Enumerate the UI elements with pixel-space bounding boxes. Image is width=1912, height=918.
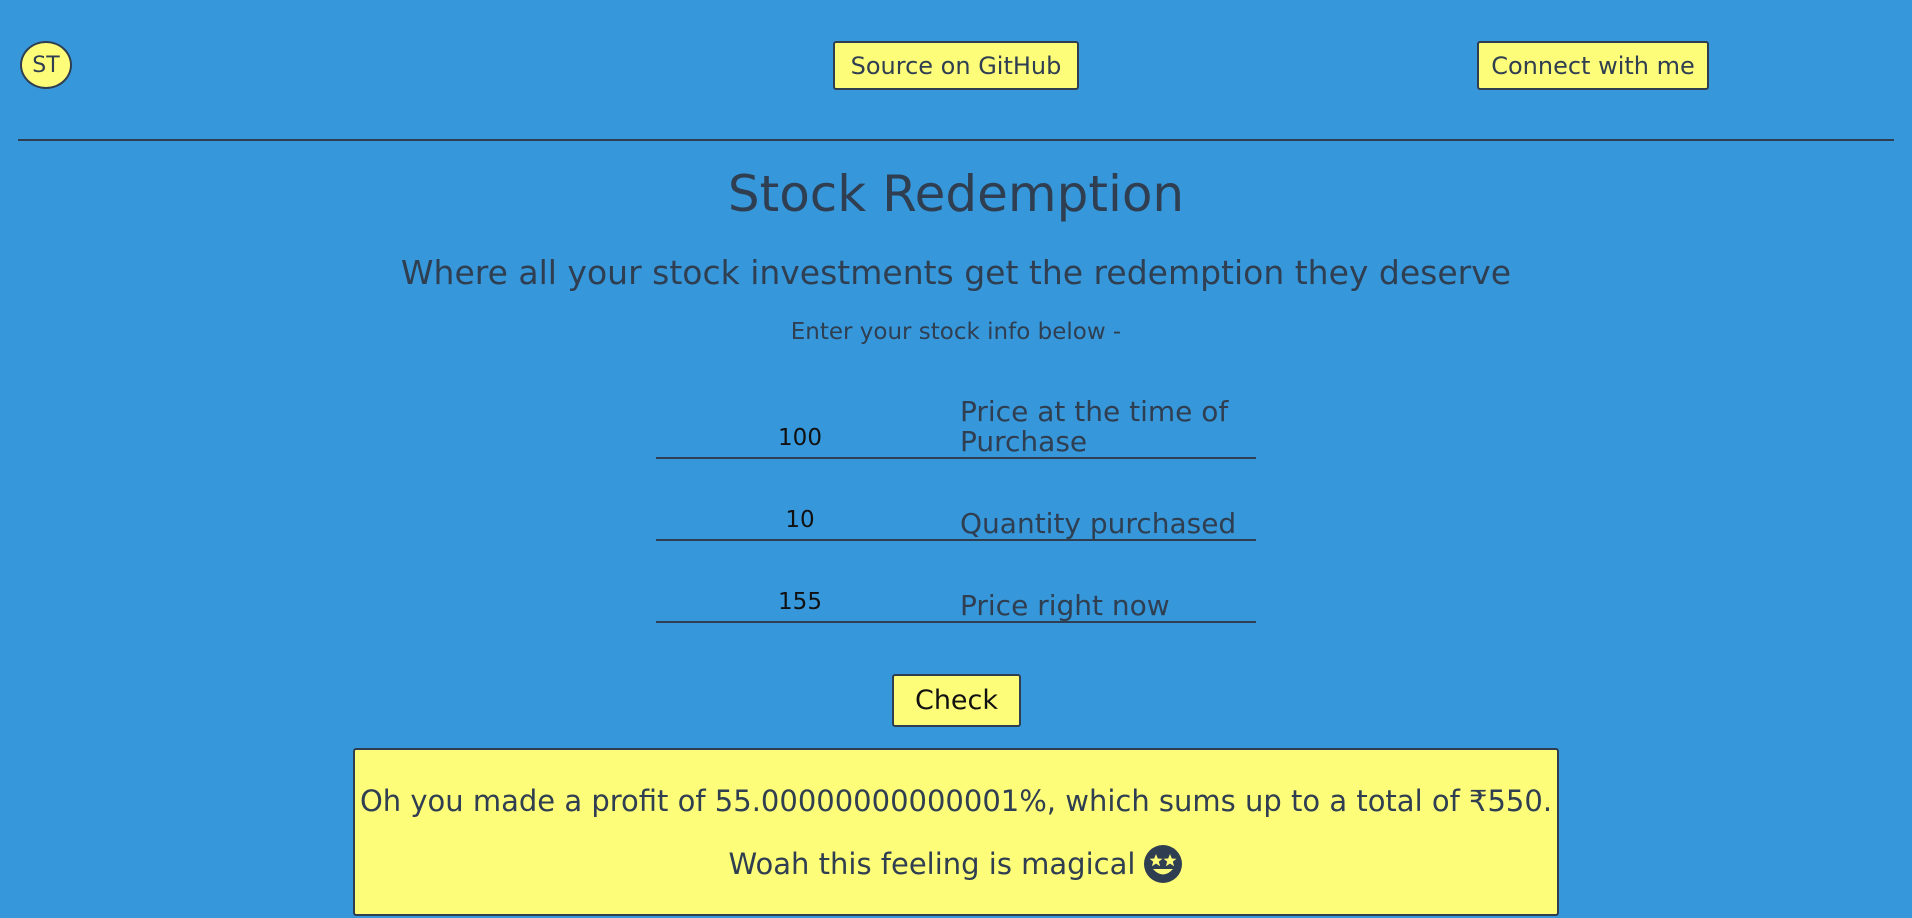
- current-price-label: Price right now: [960, 589, 1170, 622]
- purchase-price-input[interactable]: [656, 425, 944, 451]
- purchase-price-field: Price at the time of Purchase: [656, 395, 1256, 459]
- source-on-github-button[interactable]: Source on GitHub: [833, 41, 1079, 90]
- github-button-label: Source on GitHub: [850, 51, 1062, 80]
- purchase-price-label: Price at the time of Purchase: [960, 395, 1229, 458]
- star-struck-face-icon: [1143, 844, 1183, 884]
- quantity-label: Quantity purchased: [960, 507, 1237, 540]
- check-button-label: Check: [914, 685, 999, 716]
- connect-with-me-button[interactable]: Connect with me: [1477, 41, 1709, 90]
- quantity-field: Quantity purchased: [656, 500, 1256, 541]
- result-message: Oh you made a profit of 55.0000000000000…: [359, 784, 1553, 818]
- result-box: Oh you made a profit of 55.0000000000000…: [353, 748, 1559, 916]
- avatar-initials: ST: [32, 52, 60, 78]
- top-nav: ST Source on GitHub Connect with me: [0, 0, 1912, 130]
- page-title: Stock Redemption: [727, 165, 1185, 223]
- current-price-input[interactable]: [656, 589, 944, 615]
- nav-divider: [18, 139, 1894, 141]
- form-prompt: Enter your stock info below -: [790, 319, 1122, 345]
- result-feeling: Woah this feeling is magical: [728, 847, 1136, 881]
- quantity-input[interactable]: [656, 507, 944, 533]
- avatar[interactable]: ST: [20, 41, 72, 89]
- page-subtitle: Where all your stock investments get the…: [400, 253, 1512, 292]
- check-button[interactable]: Check: [892, 674, 1021, 727]
- connect-button-label: Connect with me: [1491, 51, 1695, 80]
- result-feeling-row: Woah this feeling is magical: [355, 844, 1557, 884]
- current-price-field: Price right now: [656, 582, 1256, 623]
